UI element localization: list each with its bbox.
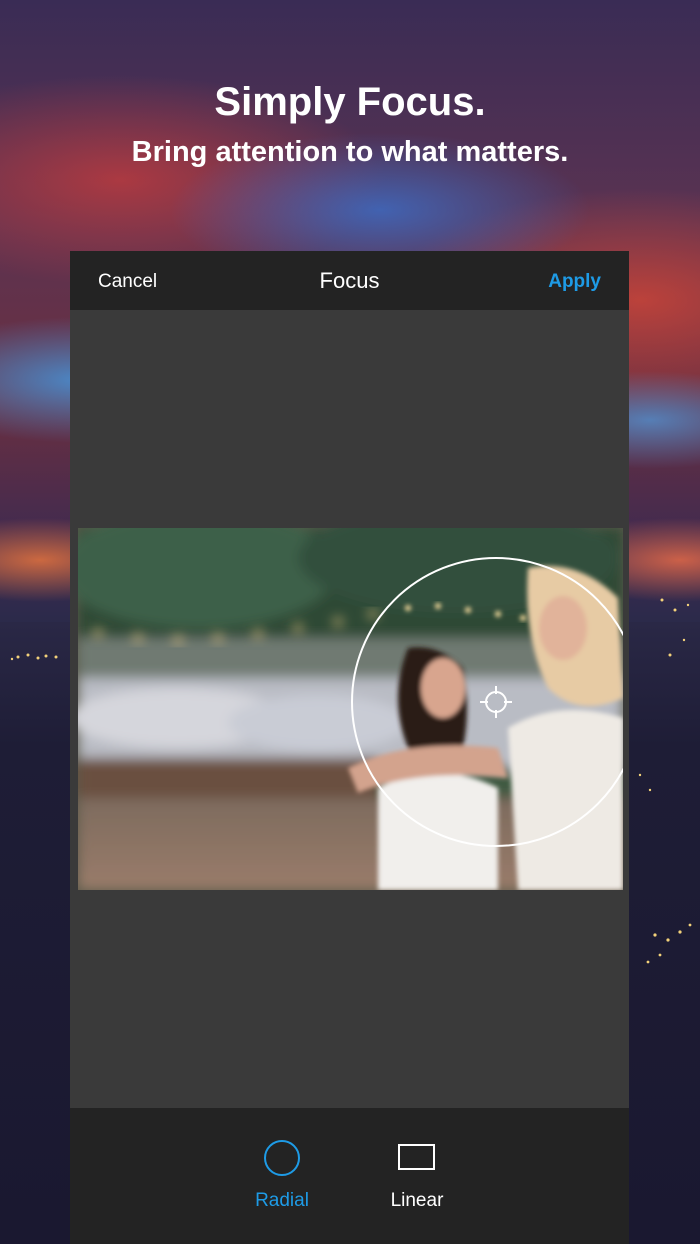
rectangle-icon bbox=[367, 1138, 467, 1178]
photo-image bbox=[78, 528, 623, 890]
circle-icon bbox=[232, 1138, 332, 1178]
apply-button[interactable]: Apply bbox=[548, 271, 601, 293]
radial-tool-label: Radial bbox=[255, 1190, 309, 1211]
linear-tool-label: Linear bbox=[390, 1190, 444, 1211]
editor-screen: Cancel Focus Apply Radial Linear bbox=[70, 251, 629, 1244]
promo-title: Simply Focus. bbox=[214, 80, 486, 124]
photo-canvas[interactable] bbox=[78, 528, 623, 890]
screen-title: Focus bbox=[319, 268, 380, 293]
linear-tool-button[interactable]: Linear bbox=[367, 1138, 467, 1212]
focus-mode-toolbar: Radial Linear bbox=[70, 1108, 629, 1244]
navigation-bar: Cancel Focus Apply bbox=[70, 251, 629, 310]
radial-tool-button[interactable]: Radial bbox=[232, 1138, 332, 1212]
promo-subtitle: Bring attention to what matters. bbox=[131, 136, 569, 168]
